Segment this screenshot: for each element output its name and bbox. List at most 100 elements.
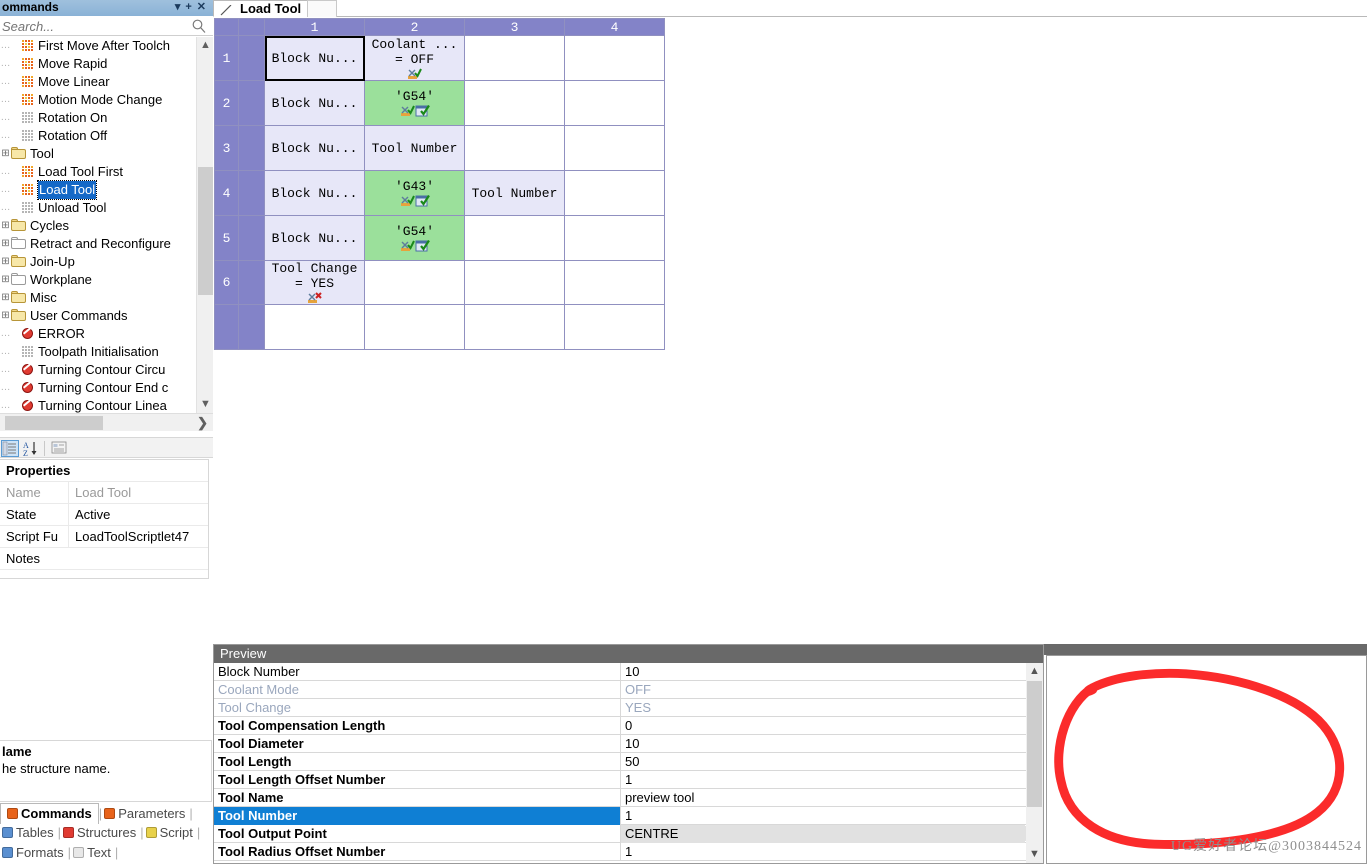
row-marker-cell[interactable] [238, 35, 265, 81]
property-value[interactable]: Active [68, 504, 201, 525]
expander-icon[interactable]: ⊞ [0, 271, 11, 289]
grid-cell[interactable] [564, 170, 665, 216]
row-marker-cell[interactable] [238, 304, 265, 350]
tab-load-tool[interactable]: Load Tool [213, 0, 311, 17]
tree-item-turning-contour-end-c[interactable]: … Turning Contour End c [0, 379, 196, 397]
scroll-down-icon[interactable]: ▼ [197, 396, 213, 413]
preview-value[interactable]: 1 [620, 843, 1025, 861]
tree-item-unload-tool[interactable]: … Unload Tool [0, 199, 196, 217]
row-marker-cell[interactable] [238, 260, 265, 305]
scrollbar-thumb-horizontal[interactable] [5, 416, 103, 430]
tree-item-user-commands[interactable]: ⊞ User Commands [0, 307, 196, 325]
grid-cell[interactable]: 'G54' [364, 80, 465, 126]
row-header[interactable]: 6 [214, 260, 239, 305]
grid-cell[interactable] [564, 80, 665, 126]
preview-value[interactable]: 10 [620, 663, 1025, 681]
grid-cell[interactable] [464, 260, 565, 305]
tab-parameters[interactable]: Parameters [102, 804, 189, 824]
row-header[interactable]: 5 [214, 215, 239, 261]
preview-scrollbar-thumb[interactable] [1027, 681, 1042, 807]
command-grid[interactable]: 1 2 3 4 1 Block Nu... Coolant ... = OFF 2 Block N… [214, 18, 1367, 350]
tree-item-move-rapid[interactable]: … Move Rapid [0, 55, 196, 73]
preview-value[interactable]: 50 [620, 753, 1025, 771]
tree-item-retract-and-reconfigure[interactable]: ⊞ Retract and Reconfigure [0, 235, 196, 253]
grid-cell[interactable] [564, 125, 665, 171]
close-icon[interactable]: ✕ [197, 0, 211, 15]
preview-row[interactable]: Coolant Mode OFF [214, 681, 1043, 699]
scroll-right-icon[interactable]: ❯ [197, 414, 208, 432]
grid-cell[interactable]: Block Nu... [264, 35, 365, 81]
tree-item-load-tool[interactable]: … Load Tool [0, 180, 196, 200]
grid-cell[interactable] [564, 35, 665, 81]
grid-cell[interactable] [364, 304, 465, 350]
grid-cell[interactable]: Block Nu... [264, 170, 365, 216]
row-marker-cell[interactable] [238, 170, 265, 216]
column-header[interactable]: 2 [364, 18, 465, 36]
tree-item-move-linear[interactable]: … Move Linear [0, 73, 196, 91]
grid-cell[interactable]: Block Nu... [264, 125, 365, 171]
grid-cell[interactable] [564, 215, 665, 261]
grid-cell[interactable] [464, 35, 565, 81]
tree-item-error[interactable]: … ERROR [0, 325, 196, 343]
tree-item-load-tool-first[interactable]: … Load Tool First [0, 163, 196, 181]
property-value[interactable]: Load Tool [68, 482, 201, 503]
preview-scroll-down-icon[interactable]: ▼ [1026, 846, 1043, 863]
expander-icon[interactable]: ⊞ [0, 307, 11, 325]
scroll-up-icon[interactable]: ▲ [197, 37, 213, 54]
tree-item-toolpath-initialisation[interactable]: … Toolpath Initialisation [0, 343, 196, 361]
tab-formats[interactable]: Formats [0, 843, 68, 863]
preview-vertical-scrollbar[interactable]: ▲ ▼ [1026, 663, 1043, 863]
preview-row[interactable]: Block Number 10 [214, 663, 1043, 681]
column-header[interactable]: 1 [264, 18, 365, 36]
pin-icon[interactable]: + [185, 0, 196, 15]
preview-row[interactable]: Tool Compensation Length 0 [214, 717, 1043, 735]
preview-row[interactable]: Tool Radius Offset Number 1 [214, 843, 1043, 861]
preview-row[interactable]: Tool Output PointCENTRE▼ [214, 825, 1043, 843]
tree-item-rotation-on[interactable]: … Rotation On [0, 109, 196, 127]
tree-item-turning-contour-linea[interactable]: … Turning Contour Linea [0, 397, 196, 413]
preview-rows[interactable]: Block Number 10 Coolant Mode OFF Tool Change… [214, 663, 1043, 863]
row-header[interactable]: 1 [214, 35, 239, 81]
property-value[interactable]: LoadToolScriptlet47 [68, 526, 201, 547]
preview-value[interactable]: CENTRE [620, 825, 1025, 843]
tab-tables[interactable]: Tables [0, 823, 58, 843]
grid-cell[interactable] [464, 215, 565, 261]
grid-cell[interactable] [464, 125, 565, 171]
column-header[interactable]: 3 [464, 18, 565, 36]
grid-cell[interactable] [564, 260, 665, 305]
grid-cell[interactable] [364, 260, 465, 305]
tree-item-turning-contour-circu[interactable]: … Turning Contour Circu [0, 361, 196, 379]
preview-row[interactable]: Tool Change YES [214, 699, 1043, 717]
tree-horizontal-scrollbar[interactable]: ❯ [0, 413, 213, 431]
preview-row[interactable]: Tool Length Offset Number 1 [214, 771, 1043, 789]
grid-cell[interactable]: 'G43' [364, 170, 465, 216]
tree-item-misc[interactable]: ⊞ Misc [0, 289, 196, 307]
preview-value[interactable]: preview tool [620, 789, 1025, 807]
dropdown-icon[interactable]: ▾ [175, 0, 186, 15]
tree-item-rotation-off[interactable]: … Rotation Off [0, 127, 196, 145]
search-icon[interactable] [191, 18, 207, 34]
preview-row[interactable]: Tool Name preview tool [214, 789, 1043, 807]
preview-value[interactable]: 1 [620, 771, 1025, 789]
expander-icon[interactable]: ⊞ [0, 145, 11, 163]
preview-value[interactable]: 0 [620, 717, 1025, 735]
tree-item-motion-mode-change[interactable]: … Motion Mode Change [0, 91, 196, 109]
tab-script[interactable]: Script [144, 823, 197, 843]
grid-cell[interactable]: Block Nu... [264, 215, 365, 261]
preview-value[interactable]: 1 [620, 807, 1025, 825]
preview-row[interactable]: Tool Diameter 10 [214, 735, 1043, 753]
row-header[interactable] [214, 304, 239, 350]
scrollbar-thumb[interactable] [198, 167, 213, 295]
tree-item-tool[interactable]: ⊞ Tool [0, 145, 196, 163]
tree-item-first-move-after-toolch[interactable]: … First Move After Toolch [0, 37, 196, 55]
preview-row[interactable]: Tool Length 50 [214, 753, 1043, 771]
grid-cell[interactable] [564, 304, 665, 350]
preview-scroll-up-icon[interactable]: ▲ [1026, 663, 1043, 680]
search-input[interactable] [0, 17, 185, 35]
row-marker-cell[interactable] [238, 80, 265, 126]
tab-extra[interactable] [307, 0, 337, 17]
property-row[interactable]: Script Fu LoadToolScriptlet47 [0, 526, 208, 548]
property-row[interactable]: State Active [0, 504, 208, 526]
row-header[interactable]: 2 [214, 80, 239, 126]
row-marker-cell[interactable] [238, 125, 265, 171]
